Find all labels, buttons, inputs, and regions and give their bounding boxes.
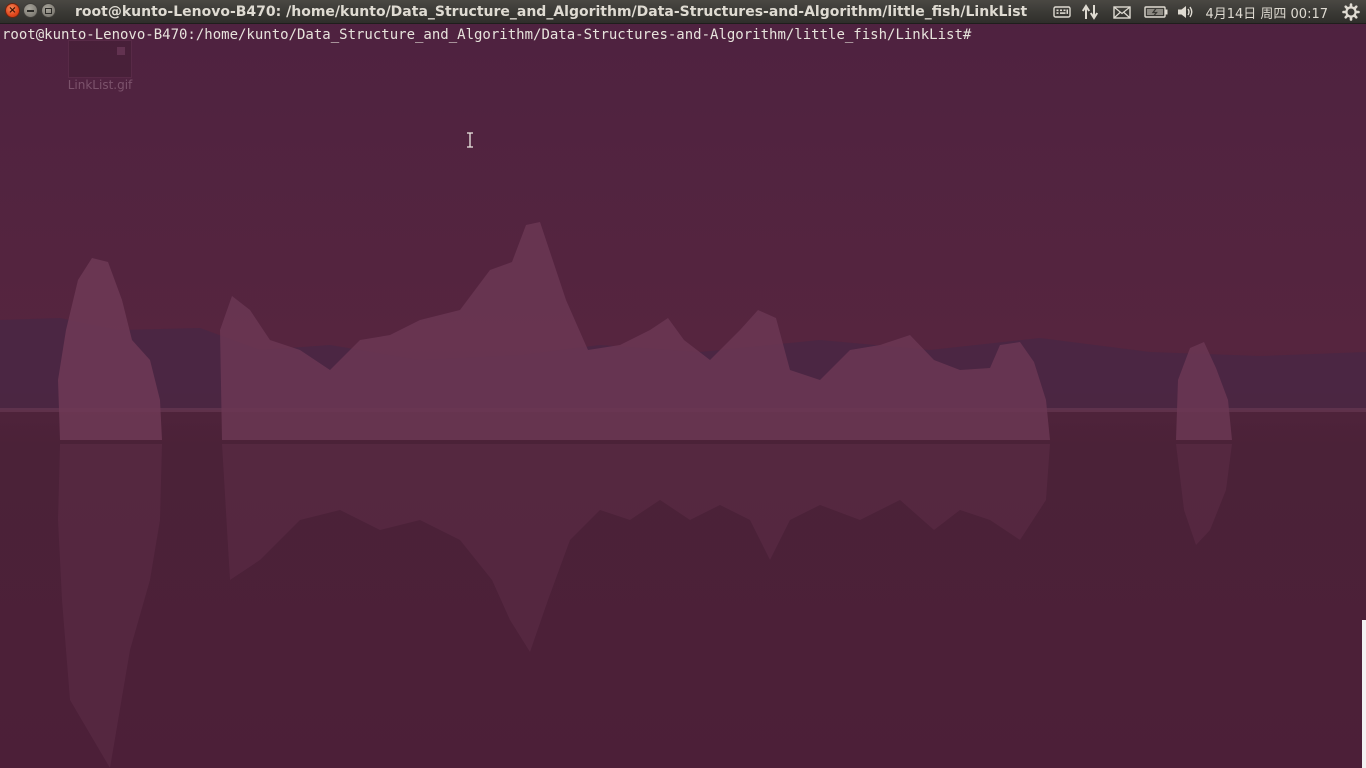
gear-icon[interactable] [1336,0,1366,24]
keyboard-icon[interactable] [1049,0,1075,24]
battery-icon[interactable] [1139,0,1173,24]
network-transfer-icon[interactable] [1075,0,1105,24]
mail-icon[interactable] [1105,0,1139,24]
volume-icon[interactable] [1173,0,1199,24]
maximize-window-button[interactable] [41,3,56,18]
window-controls: × [5,3,56,21]
window-title: root@kunto-Lenovo-B470: /home/kunto/Data… [75,4,1028,20]
minimize-icon [27,9,34,12]
top-panel: × root@kunto-Lenovo-B470: /home/kunto/Da… [0,0,1366,24]
minimize-window-button[interactable] [23,3,38,18]
text-cursor-icon [467,132,473,148]
clock[interactable]: 4月14日 周四 00:17 [1199,3,1336,22]
close-window-button[interactable]: × [5,3,20,18]
terminal-prompt[interactable]: root@kunto-Lenovo-B470:/home/kunto/Data_… [2,26,971,44]
maximize-icon [45,7,52,14]
desktop-screen: LinkList.gif × root@kunto-Lenovo-B470: /… [0,0,1366,768]
terminal-window[interactable]: root@kunto-Lenovo-B470:/home/kunto/Data_… [0,25,1366,768]
indicator-area: 4月14日 周四 00:17 [1049,0,1366,24]
screen-edge-strip [1362,620,1366,768]
close-icon: × [8,4,17,16]
